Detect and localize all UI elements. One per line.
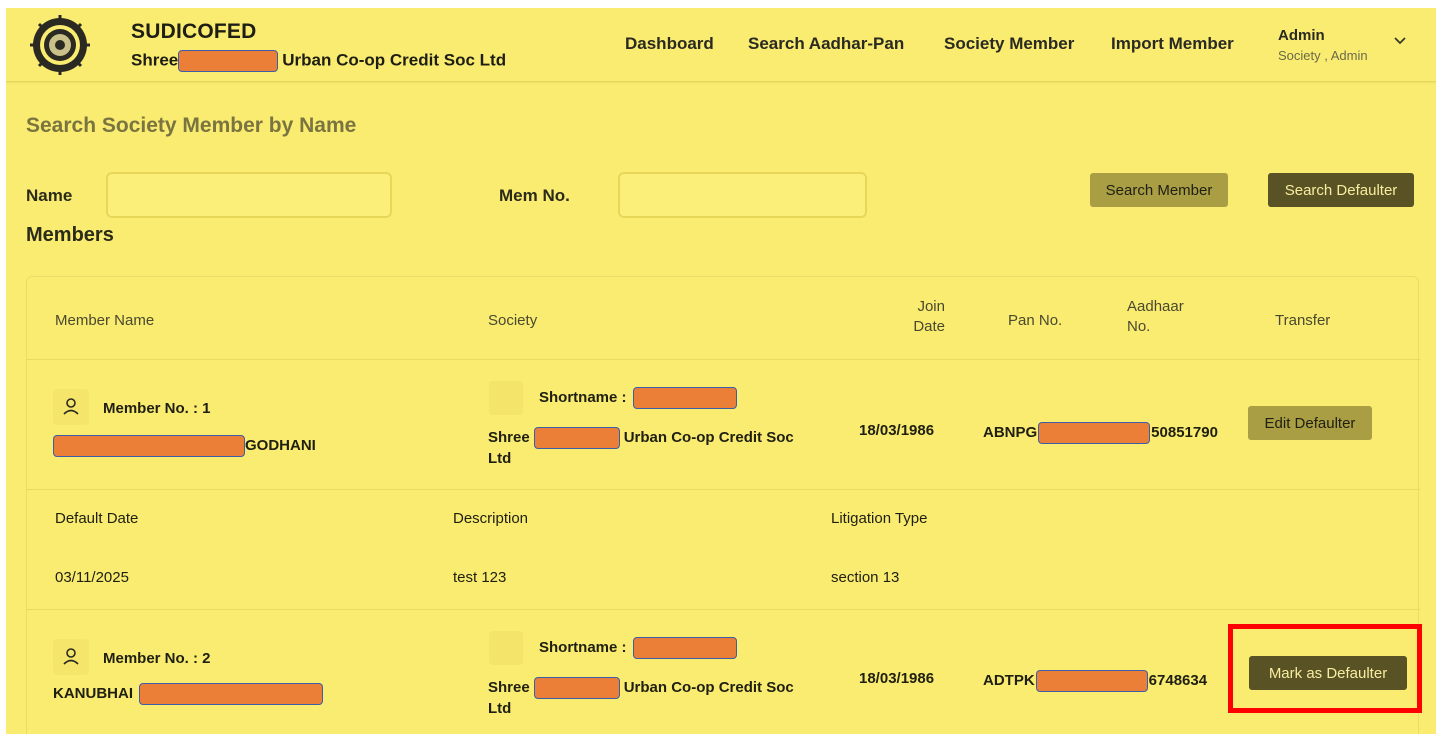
chevron-down-icon[interactable] — [1393, 36, 1407, 46]
society-suffix: Urban Co-op Credit Soc — [623, 678, 794, 696]
user-name[interactable]: Admin — [1278, 27, 1325, 44]
members-table: Member Name Society Join Date Pan No. Aa… — [26, 276, 1420, 734]
shortname-label: Shortname : — [539, 638, 627, 656]
user-role: Society , Admin — [1278, 48, 1368, 63]
society-tail: Ltd — [488, 450, 512, 467]
col-member-name: Member Name — [55, 312, 155, 329]
highlight-annotation — [1228, 624, 1422, 713]
name-input[interactable] — [106, 172, 392, 218]
brand-title: SUDICOFED — [131, 20, 257, 43]
search-defaulter-button[interactable]: Search Defaulter — [1268, 173, 1414, 207]
society-name: Shree Urban Co-op Credit Soc Ltd — [131, 50, 506, 72]
aadhaar-suffix: 50851790 — [1151, 423, 1218, 441]
mem-no-label: Mem No. — [499, 186, 570, 205]
society-prefix: Shree — [488, 428, 530, 446]
divider — [27, 359, 1420, 360]
society-name-suffix: Urban Co-op Credit Soc Ltd — [282, 50, 507, 70]
description-header: Description — [453, 510, 529, 527]
shortname-label: Shortname : — [539, 388, 627, 406]
society-name: Shree Urban Co-op Credit Soc — [488, 677, 794, 699]
litigation-type-value: section 13 — [831, 569, 900, 586]
redaction-block — [178, 50, 279, 72]
avatar — [53, 389, 89, 425]
col-society: Society — [488, 312, 538, 329]
society-prefix: Shree — [488, 678, 530, 696]
redaction-block — [1035, 670, 1148, 692]
top-header: SUDICOFED Shree Urban Co-op Credit Soc Lt… — [6, 8, 1436, 82]
col-join-date: Join Date — [913, 298, 945, 335]
nav-import-member[interactable]: Import Member — [1111, 34, 1234, 54]
pan-prefix: ABNPG — [983, 423, 1038, 441]
avatar — [53, 639, 89, 675]
redaction-block — [139, 683, 323, 705]
col-pan-no: Pan No. — [1008, 312, 1063, 329]
member-name: GODHANI — [53, 435, 316, 457]
society-avatar — [489, 631, 523, 665]
pan-aadhaar: ADTPK 6748634 — [983, 670, 1207, 692]
nav-society-member[interactable]: Society Member — [944, 34, 1074, 54]
page-title: Search Society Member by Name — [26, 114, 357, 137]
redaction-block — [53, 435, 245, 457]
search-member-button[interactable]: Search Member — [1090, 173, 1228, 207]
join-date: 18/03/1986 — [859, 422, 935, 439]
shortname: Shortname : — [539, 637, 737, 659]
member-name: KANUBHAI — [53, 683, 323, 705]
mem-no-input[interactable] — [618, 172, 867, 218]
divider — [27, 489, 1420, 490]
redaction-block — [632, 637, 737, 659]
default-date-value: 03/11/2025 — [55, 569, 129, 586]
user-icon — [63, 398, 79, 415]
shortname: Shortname : — [539, 387, 737, 409]
redaction-block — [533, 677, 620, 699]
society-name: Shree Urban Co-op Credit Soc — [488, 427, 794, 449]
redaction-block — [1038, 422, 1151, 444]
society-suffix: Urban Co-op Credit Soc — [623, 428, 794, 446]
nav-dashboard[interactable]: Dashboard — [625, 34, 714, 54]
society-name-prefix: Shree — [131, 50, 179, 70]
col-transfer: Transfer — [1275, 312, 1331, 329]
litigation-type-header: Litigation Type — [831, 510, 928, 527]
member-no: Member No. : 2 — [103, 650, 211, 667]
member-name-prefix: KANUBHAI — [53, 684, 133, 702]
col-aadhaar-no: Aadhaar No. — [1127, 298, 1184, 335]
divider — [27, 609, 1420, 610]
user-icon — [63, 648, 79, 665]
member-no: Member No. : 1 — [103, 400, 211, 417]
description-value: test 123 — [453, 569, 507, 586]
member-name-suffix: GODHANI — [245, 436, 316, 454]
redaction-block — [632, 387, 737, 409]
page: SUDICOFED Shree Urban Co-op Credit Soc Lt… — [6, 8, 1436, 734]
society-avatar — [489, 381, 523, 415]
members-title: Members — [26, 224, 114, 246]
pan-aadhaar: ABNPG 50851790 — [983, 422, 1218, 444]
join-date: 18/03/1986 — [859, 670, 935, 687]
name-label: Name — [26, 186, 73, 205]
nav-search-aadhar-pan[interactable]: Search Aadhar-Pan — [748, 34, 904, 54]
edit-defaulter-button[interactable]: Edit Defaulter — [1248, 406, 1372, 440]
sudicofed-logo-icon — [30, 15, 90, 75]
redaction-block — [533, 427, 620, 449]
default-date-header: Default Date — [55, 510, 139, 527]
society-tail: Ltd — [488, 700, 512, 717]
pan-prefix: ADTPK — [983, 671, 1035, 689]
aadhaar-suffix: 6748634 — [1148, 671, 1208, 689]
